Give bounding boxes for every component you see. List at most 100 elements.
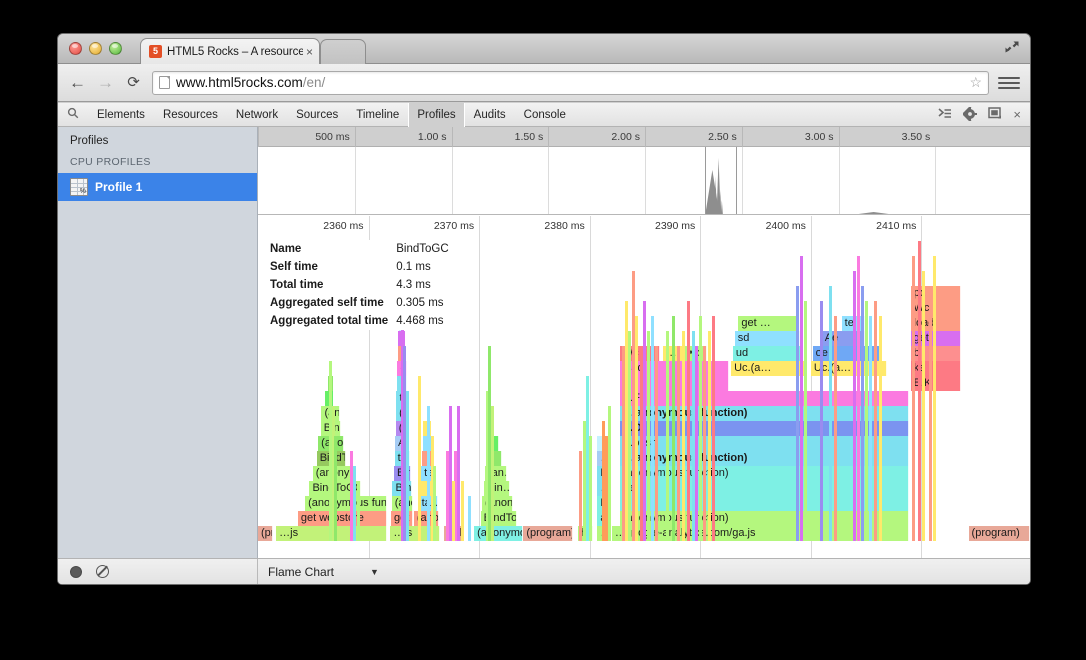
profiles-sidebar: Profiles CPU PROFILES % Profile 1 (58, 127, 258, 558)
overview-tick: 1.00 s (355, 127, 452, 147)
flame-chart-sliver (461, 481, 464, 541)
overview-gridline (935, 147, 936, 214)
tab-network[interactable]: Network (227, 103, 287, 127)
details-value: 4.468 ms (396, 312, 448, 330)
flame-chart-bar[interactable]: ud (733, 346, 802, 361)
details-key: Aggregated self time (270, 294, 396, 312)
status-bar-left (58, 559, 258, 585)
flame-chart-bar[interactable]: (program) (969, 526, 1030, 541)
sidebar-item-profile-1[interactable]: % Profile 1 (58, 173, 257, 201)
browser-menu-icon[interactable] (998, 73, 1020, 93)
flame-chart-sliver (452, 481, 455, 541)
bookmark-star-icon[interactable]: ☆ (969, 74, 982, 91)
overview-tick: 1.50 s (452, 127, 549, 147)
details-key: Name (270, 240, 396, 258)
flame-chart-sliver (589, 436, 592, 541)
flame-chart-sliver (635, 316, 638, 541)
flame-chart-container[interactable]: 2360 ms2370 ms2380 ms2390 ms2400 ms2410 … (258, 216, 1030, 558)
tab-audits[interactable]: Audits (465, 103, 515, 127)
back-icon[interactable]: ← (68, 73, 87, 92)
flame-chart-sliver (682, 331, 685, 541)
flame-chart-sliver (912, 256, 915, 541)
profiles-main: 500 ms1.00 s1.50 s2.00 s2.50 s3.00 s3.50… (258, 127, 1030, 558)
flame-chart-sliver (922, 271, 925, 541)
flame-chart-bar[interactable]: (anonymo… (474, 526, 523, 541)
zoom-window-button[interactable] (109, 42, 122, 55)
overview-chart[interactable] (258, 147, 1030, 215)
desktop-background: 5 HTML5 Rocks – A resource × ← → ⟳ www.h… (0, 0, 1086, 660)
tab-console[interactable]: Console (515, 103, 575, 127)
browser-tab-active[interactable]: 5 HTML5 Rocks – A resource × (140, 38, 320, 64)
tab-close-icon[interactable]: × (306, 45, 313, 59)
drawer-toggle-icon[interactable] (938, 108, 952, 122)
flame-chart-sliver (929, 286, 932, 541)
details-row: Aggregated self time0.305 ms (270, 294, 449, 312)
forward-icon[interactable]: → (96, 73, 115, 92)
flame-chart-bar[interactable]: get … (738, 316, 798, 331)
details-key: Aggregated total time (270, 312, 396, 330)
flame-chart-sliver (666, 331, 669, 541)
overview-gridline (548, 147, 549, 214)
flame-chart-sliver (865, 301, 868, 541)
flame-chart-sliver (427, 406, 430, 541)
view-selector[interactable]: Flame Chart ▼ (258, 565, 379, 579)
cpu-profile-icon: % (70, 178, 88, 196)
new-tab-button[interactable] (320, 39, 366, 64)
flame-chart-sliver (861, 286, 864, 541)
fullscreen-icon[interactable] (1002, 40, 1022, 57)
url-path: /en/ (303, 75, 326, 90)
address-bar[interactable]: www.html5rocks.com/en/ ☆ (152, 71, 989, 95)
flame-chart-sliver (692, 331, 695, 541)
flame-chart-bar[interactable]: sd (735, 331, 800, 346)
overview-tick: 2.50 s (645, 127, 742, 147)
details-value: 0.1 ms (396, 258, 448, 276)
details-value: 4.3 ms (396, 276, 448, 294)
overview-cpu-spike (859, 212, 889, 214)
tab-timeline[interactable]: Timeline (347, 103, 408, 127)
minimize-window-button[interactable] (89, 42, 102, 55)
flame-chart-sliver (687, 301, 690, 541)
flame-chart-bar[interactable]: get webstore (298, 511, 388, 526)
page-info-icon[interactable] (159, 76, 170, 89)
flame-chart-sliver (608, 406, 611, 541)
flame-chart-sliver (677, 346, 680, 541)
flame-chart-bar[interactable]: (prog… (258, 526, 273, 541)
gear-glyph (963, 107, 977, 121)
flame-chart-sliver (418, 376, 421, 541)
window-controls (69, 42, 122, 55)
record-dot-icon[interactable] (70, 566, 82, 578)
flame-chart-sliver (829, 286, 832, 541)
html5-favicon-icon: 5 (149, 45, 162, 58)
search-icon[interactable] (58, 107, 88, 122)
url-host: www.html5rocks.com (176, 75, 303, 90)
details-key: Self time (270, 258, 396, 276)
tab-elements[interactable]: Elements (88, 103, 154, 127)
settings-gear-icon[interactable] (963, 107, 977, 123)
clear-prohibited-icon[interactable] (96, 565, 109, 578)
close-window-button[interactable] (69, 42, 82, 55)
devtools-status-bar: Flame Chart ▼ (58, 558, 1030, 584)
flame-chart-sliver (468, 496, 471, 541)
dock-side-glyph (988, 107, 1002, 120)
overview-cpu-spike (721, 200, 723, 214)
search-glyph (67, 107, 79, 119)
flame-chart-sliver (579, 451, 582, 541)
flame-chart-sliver (918, 241, 921, 541)
overview-tick: 500 ms (258, 127, 355, 147)
flame-chart-bar[interactable]: (anonymous functi… (305, 496, 387, 511)
flame-chart-sliver (357, 481, 360, 541)
close-icon[interactable]: × (1013, 108, 1021, 121)
reload-icon[interactable]: ⟳ (124, 73, 143, 92)
drawer-toggle-glyph (938, 108, 952, 120)
devtools-toolbar-actions: × (938, 107, 1030, 123)
dock-side-icon[interactable] (988, 107, 1002, 122)
sidebar-section-cpu-profiles: CPU PROFILES (58, 152, 257, 173)
tab-sources[interactable]: Sources (287, 103, 347, 127)
flame-chart-bar[interactable]: (program) (523, 526, 572, 541)
tab-profiles[interactable]: Profiles (408, 103, 464, 127)
view-selector-label: Flame Chart (268, 565, 334, 579)
flame-chart-sliver (628, 331, 631, 541)
sidebar-header: Profiles (58, 127, 257, 152)
details-row: Self time0.1 ms (270, 258, 449, 276)
tab-resources[interactable]: Resources (154, 103, 227, 127)
